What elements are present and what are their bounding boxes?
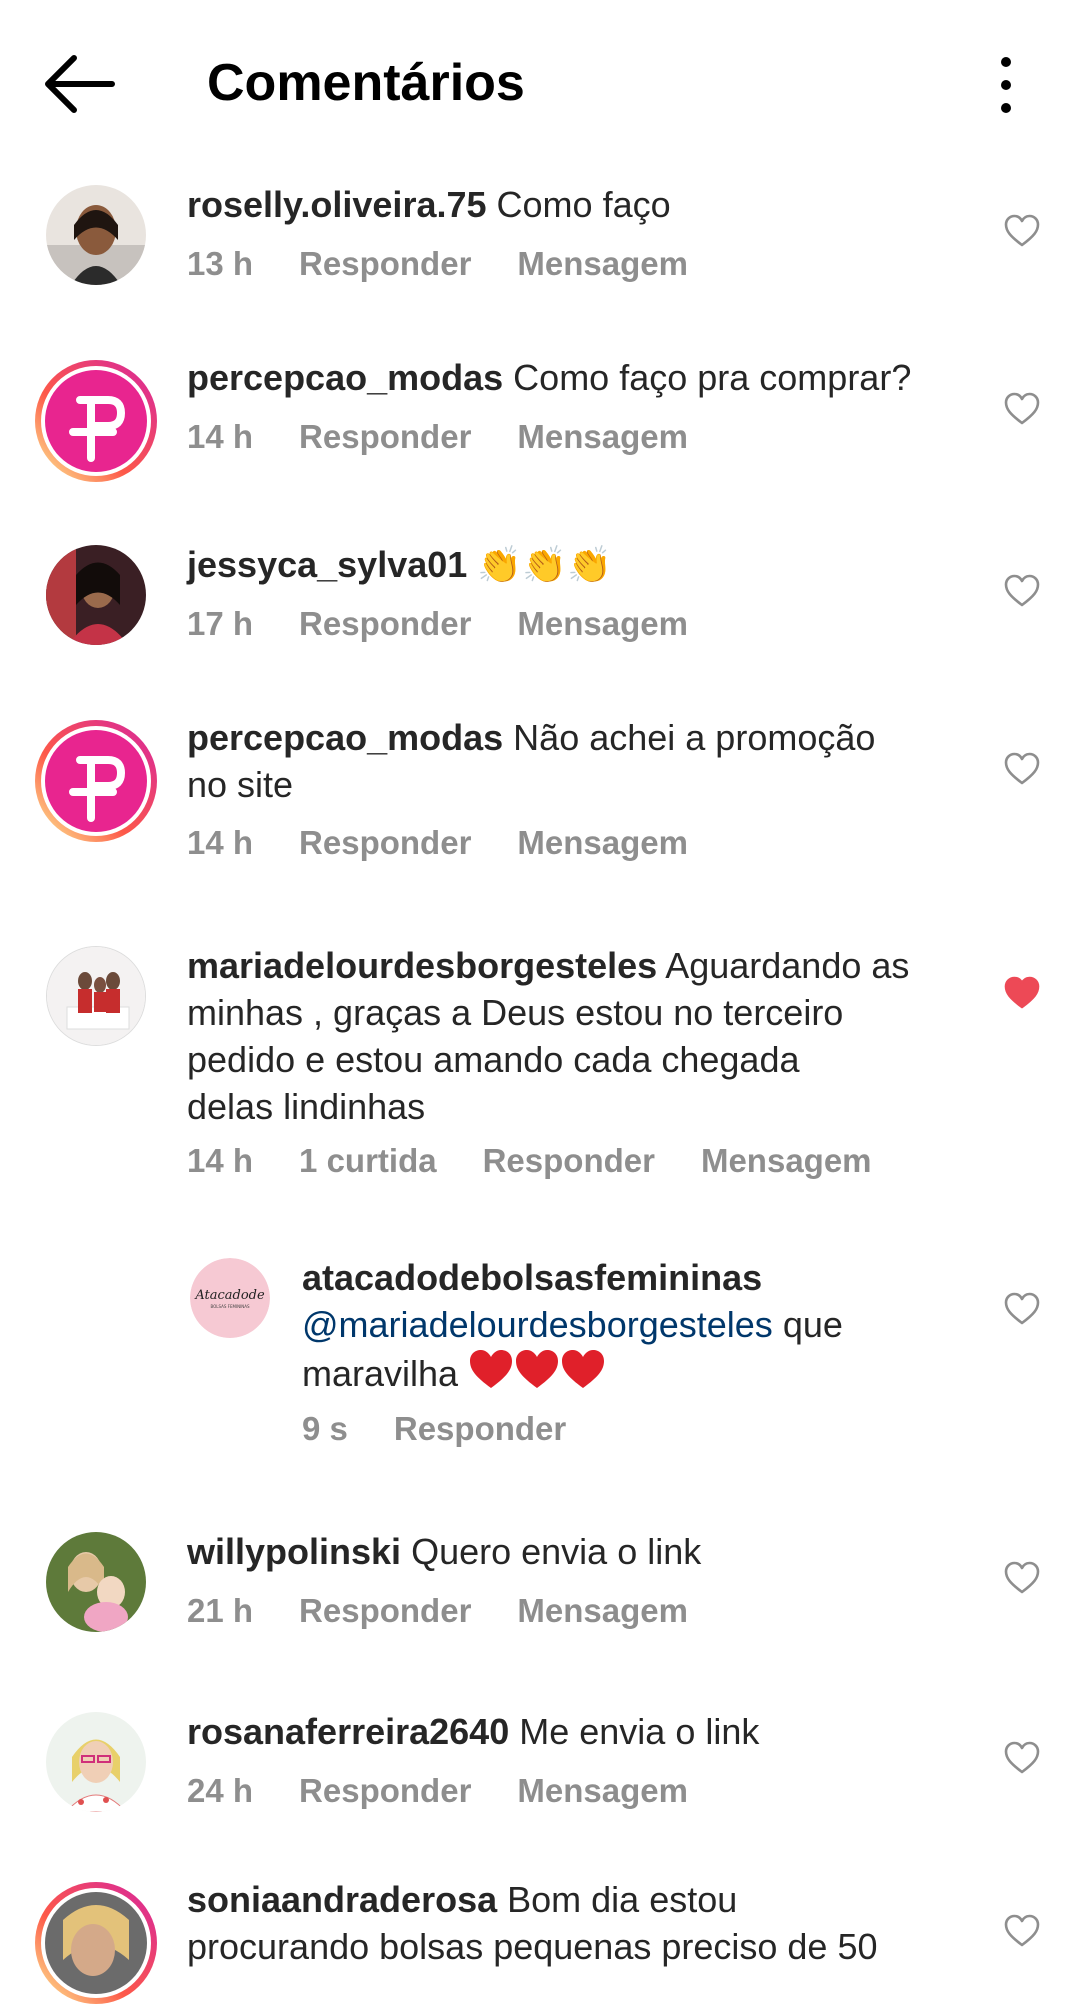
comment-body: Quero envia o link <box>411 1531 702 1572</box>
avatar-brand-text: Atacadode <box>194 1288 265 1303</box>
message-button[interactable]: Mensagem <box>517 418 688 456</box>
avatar[interactable] <box>33 358 159 484</box>
like-heart-icon[interactable] <box>1004 214 1040 248</box>
comment-body: 👏👏👏 <box>477 544 612 585</box>
comment-meta: 14 h 1 curtida Responder Mensagem <box>187 1142 918 1180</box>
reply-button[interactable]: Responder <box>394 1410 566 1448</box>
comment-body: maravilha <box>302 1353 459 1394</box>
reply-button[interactable]: Responder <box>299 245 471 283</box>
likes-count[interactable]: 1 curtida <box>299 1142 437 1180</box>
avatar[interactable] <box>46 545 146 645</box>
timestamp: 13 h <box>187 245 254 282</box>
page-title: Comentários <box>207 54 525 112</box>
comment-meta: 17 h Responder Mensagem <box>187 605 734 643</box>
comment-meta: 9 s Responder <box>302 1410 612 1448</box>
comment-text: mariadelourdesborgesteles Aguardando as … <box>187 942 967 1130</box>
comment-meta: 21 h Responder Mensagem <box>187 1592 734 1630</box>
message-button[interactable]: Mensagem <box>517 824 688 862</box>
username[interactable]: soniaandraderosa <box>187 1879 497 1920</box>
reply-button[interactable]: Responder <box>299 605 471 643</box>
red-heart-emoji-icon <box>468 1348 606 1403</box>
timestamp: 14 h <box>187 1142 254 1179</box>
comment-text: percepcao_modas Como faço pra comprar? <box>187 354 911 401</box>
timestamp: 14 h <box>187 824 254 861</box>
avatar[interactable] <box>46 946 146 1046</box>
like-heart-icon[interactable] <box>1004 1292 1040 1326</box>
comment-body: Aguardando as <box>665 945 910 986</box>
username[interactable]: jessyca_sylva01 <box>187 544 467 585</box>
timestamp: 21 h <box>187 1592 254 1629</box>
username[interactable]: roselly.oliveira.75 <box>187 184 487 225</box>
like-heart-icon[interactable] <box>1004 1561 1040 1595</box>
top-bar: Comentários <box>0 0 1080 165</box>
comment-body: que <box>782 1304 843 1345</box>
avatar[interactable] <box>46 185 146 285</box>
avatar[interactable] <box>46 1532 146 1632</box>
message-button[interactable]: Mensagem <box>517 605 688 643</box>
timestamp: 9 s <box>302 1410 348 1447</box>
avatar[interactable] <box>46 1712 146 1812</box>
username[interactable]: percepcao_modas <box>187 357 503 398</box>
like-heart-icon[interactable] <box>1004 392 1040 426</box>
comment-body: Bom dia estou <box>507 1879 738 1920</box>
username[interactable]: rosanaferreira2640 <box>187 1711 509 1752</box>
avatar[interactable]: Atacadode BOLSAS FEMININAS <box>190 1258 270 1338</box>
comment-text: jessyca_sylva01 👏👏👏 <box>187 541 612 588</box>
comment-body: Como faço <box>496 184 671 225</box>
reply-button[interactable]: Responder <box>299 1592 471 1630</box>
comment-meta: 13 h Responder Mensagem <box>187 245 734 283</box>
like-heart-icon[interactable] <box>1004 1741 1040 1775</box>
avatar[interactable] <box>33 1880 159 2006</box>
username[interactable]: willypolinski <box>187 1531 401 1572</box>
comment-body: no site <box>187 764 294 805</box>
comment-body: procurando bolsas pequenas preciso de 50 <box>187 1926 878 1967</box>
message-button[interactable]: Mensagem <box>517 1772 688 1810</box>
mention-link[interactable]: @mariadelourdesborgesteles <box>302 1304 773 1345</box>
comment-text: percepcao_modas Não achei a promoção no … <box>187 714 947 808</box>
comment-body: delas lindinhas <box>187 1086 426 1127</box>
timestamp: 14 h <box>187 418 254 455</box>
comment-meta: 14 h Responder Mensagem <box>187 824 734 862</box>
reply-button[interactable]: Responder <box>299 418 471 456</box>
username[interactable]: percepcao_modas <box>187 717 503 758</box>
like-heart-filled-icon[interactable] <box>1004 976 1040 1010</box>
comment-text: roselly.oliveira.75 Como faço <box>187 181 671 228</box>
reply-button[interactable]: Responder <box>299 824 471 862</box>
comment-body: Me envia o link <box>519 1711 760 1752</box>
comment-text: atacadodebolsasfemininas @mariadelourdes… <box>302 1254 962 1403</box>
username[interactable]: mariadelourdesborgesteles <box>187 945 657 986</box>
like-heart-icon[interactable] <box>1004 1914 1040 1948</box>
comment-meta: 24 h Responder Mensagem <box>187 1772 734 1810</box>
avatar-brand-subtext: BOLSAS FEMININAS <box>210 1304 250 1309</box>
comment-meta: 14 h Responder Mensagem <box>187 418 734 456</box>
comment-text: rosanaferreira2640 Me envia o link <box>187 1708 759 1755</box>
comment-body: Como faço pra comprar? <box>513 357 912 398</box>
like-heart-icon[interactable] <box>1004 752 1040 786</box>
back-arrow-icon[interactable] <box>40 52 120 116</box>
timestamp: 24 h <box>187 1772 254 1809</box>
comment-body: pedido e estou amando cada chegada <box>187 1039 800 1080</box>
like-heart-icon[interactable] <box>1004 574 1040 608</box>
comment-body: minhas , graças a Deus estou no terceiro <box>187 992 844 1033</box>
timestamp: 17 h <box>187 605 254 642</box>
message-button[interactable]: Mensagem <box>701 1142 872 1180</box>
username[interactable]: atacadodebolsasfemininas <box>302 1257 762 1298</box>
message-button[interactable]: Mensagem <box>517 245 688 283</box>
reply-button[interactable]: Responder <box>299 1772 471 1810</box>
more-options-icon[interactable] <box>984 50 1028 120</box>
comment-body: Não achei a promoção <box>513 717 876 758</box>
avatar[interactable] <box>33 718 159 844</box>
reply-button[interactable]: Responder <box>483 1142 655 1180</box>
comment-text: willypolinski Quero envia o link <box>187 1528 701 1575</box>
message-button[interactable]: Mensagem <box>517 1592 688 1630</box>
